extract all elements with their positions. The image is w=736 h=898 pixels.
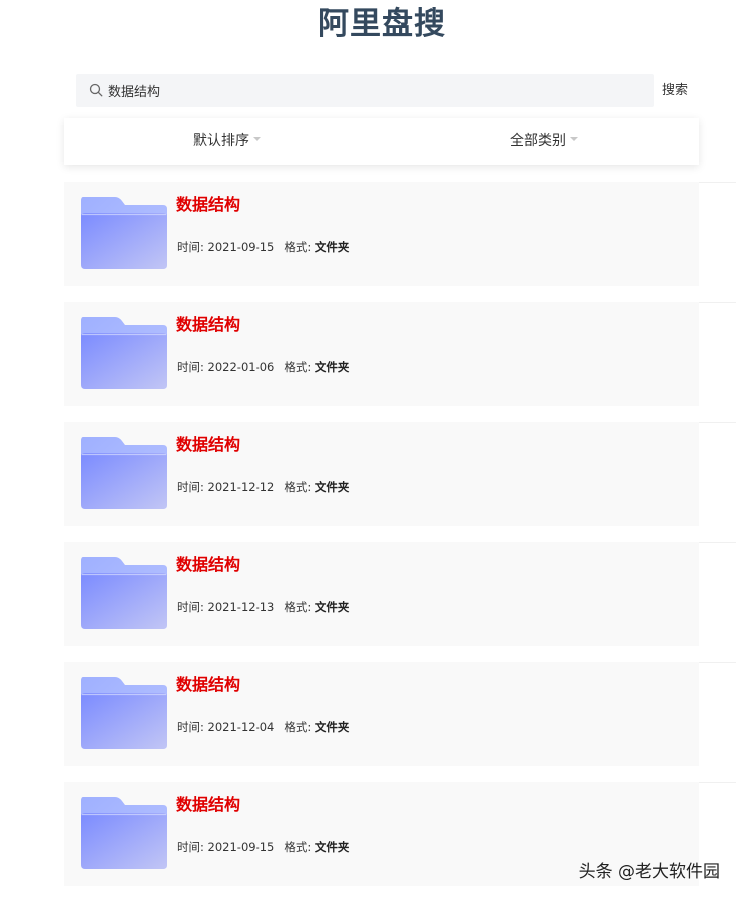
watermark: 头条 @老大软件园 <box>578 862 720 882</box>
format-label: 格式: <box>284 360 312 374</box>
result-title[interactable]: 数据结构 <box>176 434 240 456</box>
category-dropdown[interactable]: 全部类别 <box>510 118 578 165</box>
folder-icon <box>81 197 167 269</box>
format-label: 格式: <box>284 600 312 614</box>
folder-icon <box>81 557 167 629</box>
time-value: 2021-09-15 <box>207 840 275 854</box>
search-box[interactable] <box>76 74 654 107</box>
result-card[interactable]: 数据结构 时间: 2021-12-04 格式: 文件夹 <box>64 662 736 766</box>
result-card[interactable]: 数据结构 时间: 2021-12-13 格式: 文件夹 <box>64 542 736 646</box>
time-label: 时间: <box>177 600 204 614</box>
result-card[interactable]: 数据结构 时间: 2021-12-12 格式: 文件夹 <box>64 422 736 526</box>
search-icon <box>89 83 103 97</box>
filter-bar: 默认排序 全部类别 <box>64 118 699 165</box>
format-label: 格式: <box>284 480 312 494</box>
folder-icon <box>81 797 167 869</box>
result-list: 数据结构 时间: 2021-09-15 格式: 文件夹 数据结构 时间: 202… <box>64 182 736 898</box>
category-dropdown-label: 全部类别 <box>510 133 566 149</box>
format-value: 文件夹 <box>314 360 350 374</box>
sort-dropdown-label: 默认排序 <box>193 133 249 149</box>
time-label: 时间: <box>177 480 204 494</box>
time-label: 时间: <box>177 840 204 854</box>
format-label: 格式: <box>284 240 312 254</box>
format-value: 文件夹 <box>314 600 350 614</box>
time-label: 时间: <box>177 240 204 254</box>
search-bar: 搜索 <box>76 74 704 107</box>
format-value: 文件夹 <box>314 480 350 494</box>
caret-down-icon <box>253 137 261 141</box>
result-title[interactable]: 数据结构 <box>176 314 240 336</box>
result-title[interactable]: 数据结构 <box>176 194 240 216</box>
page: 阿里盘搜 搜索 默认排序 全部类别 <box>0 0 736 898</box>
result-title[interactable]: 数据结构 <box>176 554 240 576</box>
site-title: 阿里盘搜 <box>318 6 446 42</box>
format-label: 格式: <box>284 720 312 734</box>
search-button[interactable]: 搜索 <box>662 74 688 107</box>
format-value: 文件夹 <box>314 720 350 734</box>
folder-icon <box>81 677 167 749</box>
format-value: 文件夹 <box>314 240 350 254</box>
result-meta: 时间: 2021-12-12 格式: 文件夹 <box>177 479 349 495</box>
result-meta: 时间: 2021-09-15 格式: 文件夹 <box>177 839 349 855</box>
search-input[interactable] <box>108 74 638 107</box>
time-value: 2021-09-15 <box>207 240 275 254</box>
format-label: 格式: <box>284 840 312 854</box>
folder-icon <box>81 437 167 509</box>
result-meta: 时间: 2021-12-13 格式: 文件夹 <box>177 599 349 615</box>
time-value: 2021-12-12 <box>207 480 275 494</box>
sort-dropdown[interactable]: 默认排序 <box>193 118 261 165</box>
result-card[interactable]: 数据结构 时间: 2021-09-15 格式: 文件夹 <box>64 182 736 286</box>
time-value: 2022-01-06 <box>207 360 275 374</box>
result-title[interactable]: 数据结构 <box>176 674 240 696</box>
result-meta: 时间: 2022-01-06 格式: 文件夹 <box>177 359 349 375</box>
caret-down-icon <box>570 137 578 141</box>
time-label: 时间: <box>177 360 204 374</box>
time-value: 2021-12-04 <box>207 720 275 734</box>
time-value: 2021-12-13 <box>207 600 275 614</box>
result-meta: 时间: 2021-09-15 格式: 文件夹 <box>177 239 349 255</box>
result-title[interactable]: 数据结构 <box>176 794 240 816</box>
format-value: 文件夹 <box>314 840 350 854</box>
folder-icon <box>81 317 167 389</box>
result-meta: 时间: 2021-12-04 格式: 文件夹 <box>177 719 349 735</box>
time-label: 时间: <box>177 720 204 734</box>
result-card[interactable]: 数据结构 时间: 2022-01-06 格式: 文件夹 <box>64 302 736 406</box>
